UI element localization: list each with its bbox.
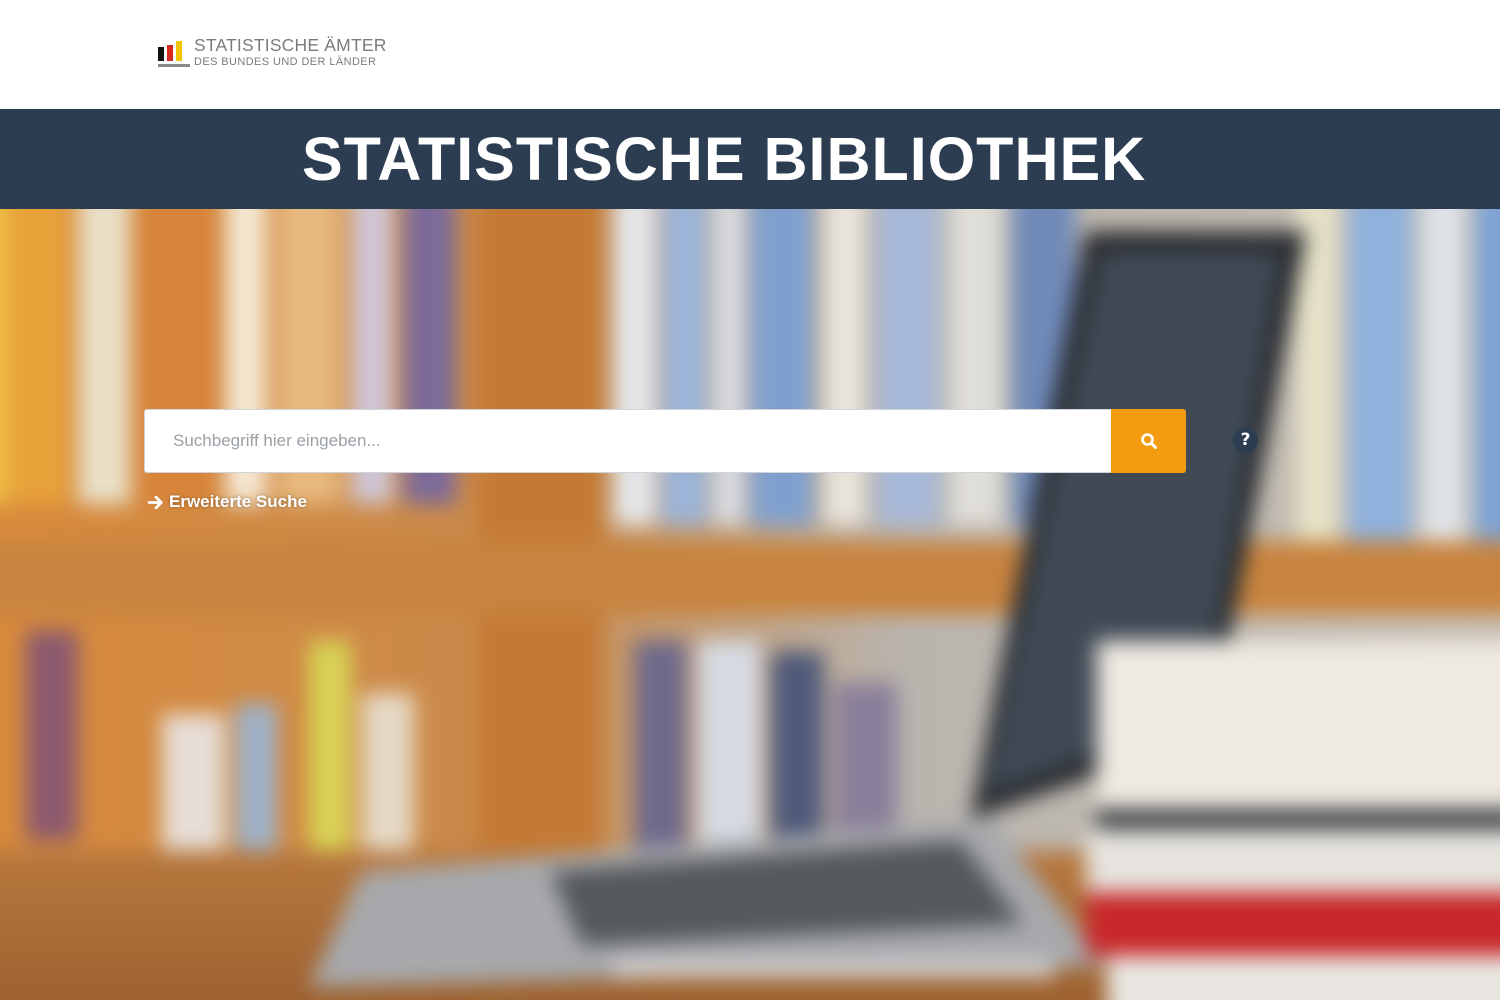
search-icon [1140,433,1157,449]
question-circle-icon: ? [1240,430,1251,450]
hero-background-image [0,209,1500,1000]
advanced-search-link[interactable]: Erweiterte Suche [147,492,307,512]
advanced-search-label: Erweiterte Suche [169,492,307,511]
library-background-illustration [0,209,1500,1000]
top-header: STATISTISCHE ÄMTER DES BUNDES UND DER LÄ… [0,0,1500,109]
logo-line-1: STATISTISCHE ÄMTER [194,35,387,55]
german-flag-bars-icon [158,37,190,67]
page-title: STATISTISCHE BIBLIOTHEK [302,125,1147,193]
logo-line-2: DES BUNDES UND DER LÄNDER [194,55,377,68]
help-button[interactable]: ? [1233,428,1258,453]
search-button[interactable] [1111,409,1186,473]
arrow-right-icon [147,495,163,509]
logo-text: STATISTISCHE ÄMTER DES BUNDES UND DER LÄ… [194,35,387,68]
site-logo[interactable]: STATISTISCHE ÄMTER DES BUNDES UND DER LÄ… [158,35,387,71]
search-input[interactable] [144,409,1112,473]
